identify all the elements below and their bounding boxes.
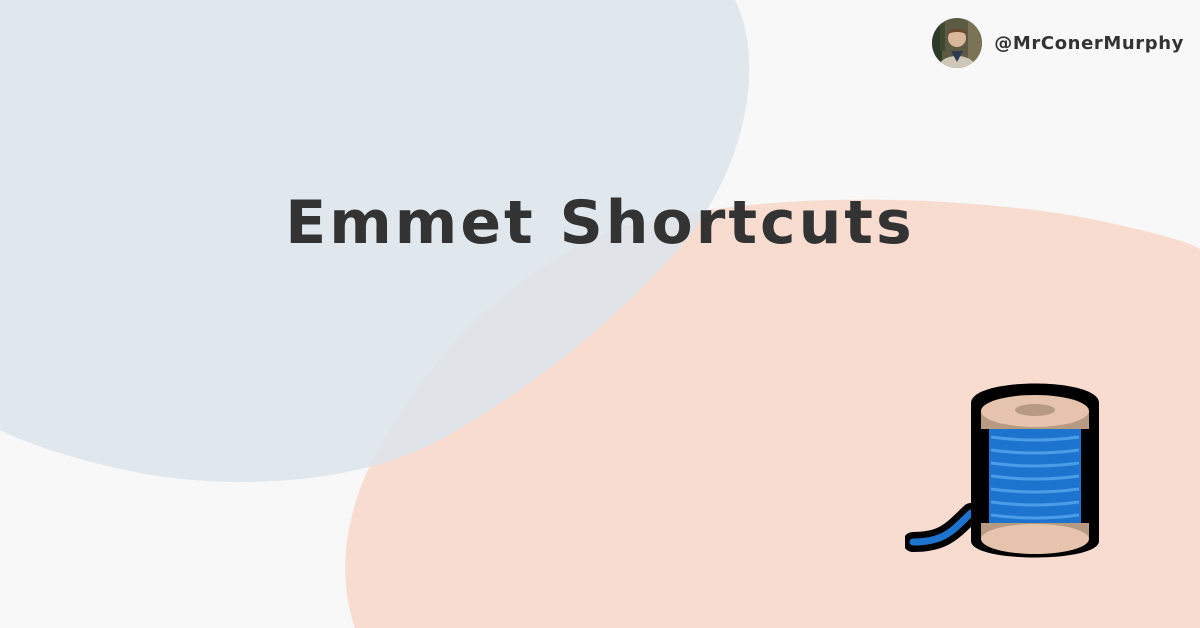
spool-of-thread-icon — [905, 383, 1099, 558]
author-badge: @MrConerMurphy — [932, 18, 1184, 68]
author-avatar — [932, 18, 983, 68]
page-title: Emmet Shortcuts — [285, 188, 915, 258]
author-handle: @MrConerMurphy — [994, 32, 1184, 54]
